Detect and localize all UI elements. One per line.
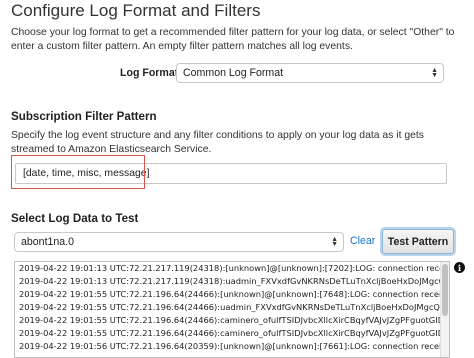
log-line: 2019-04-22 19:01:55 UTC:72.21.196.64(244… <box>19 302 450 312</box>
select-arrows-icon: ▲ ▼ <box>431 67 438 79</box>
log-data-selected-value: abont1na.0 <box>21 236 75 248</box>
log-line: 2019-04-22 19:01:13 UTC:72.21.217.119(24… <box>19 276 450 286</box>
page-description: Choose your log format to get a recommen… <box>11 27 455 52</box>
configure-log-page: Configure Log Format and Filters Choose … <box>0 0 474 358</box>
filter-pattern-input[interactable]: [date, time, misc, message] <box>15 163 447 184</box>
subscription-filter-title: Subscription Filter Pattern <box>11 110 157 123</box>
log-format-label: Log Format* <box>120 67 183 79</box>
log-format-label-text: Log Format <box>120 67 179 79</box>
log-scrollbar[interactable] <box>440 262 449 357</box>
page-title: Configure Log Format and Filters <box>11 1 261 20</box>
scroll-thumb[interactable] <box>442 264 448 316</box>
log-format-select[interactable]: Common Log Format ▲ ▼ <box>176 63 444 83</box>
test-pattern-button[interactable]: Test Pattern <box>382 229 454 254</box>
subscription-filter-description: Specify the log event structure and any … <box>11 130 424 155</box>
log-line: 2019-04-22 19:01:55 UTC:72.21.196.64(244… <box>19 328 450 338</box>
select-arrows-icon: ▲ ▼ <box>331 236 338 248</box>
log-events-box[interactable]: 2019-04-22 19:01:13 UTC:72.21.217.119(24… <box>14 261 450 358</box>
log-format-selected-value: Common Log Format <box>183 67 284 79</box>
clear-link[interactable]: Clear <box>350 235 375 247</box>
log-line: 2019-04-22 19:01:13 UTC:72.21.217.119(24… <box>19 263 450 273</box>
log-line: 2019-04-22 19:01:55 UTC:72.21.196.64(244… <box>19 289 450 299</box>
select-log-data-title: Select Log Data to Test <box>11 212 139 225</box>
log-line: 2019-04-22 19:01:56 UTC:72.21.196.64(203… <box>19 341 450 351</box>
log-line: 2019-04-22 19:01:55 UTC:72.21.196.64(244… <box>19 315 450 325</box>
log-data-select[interactable]: abont1na.0 ▲ ▼ <box>14 232 344 252</box>
info-icon[interactable]: i <box>454 262 465 273</box>
